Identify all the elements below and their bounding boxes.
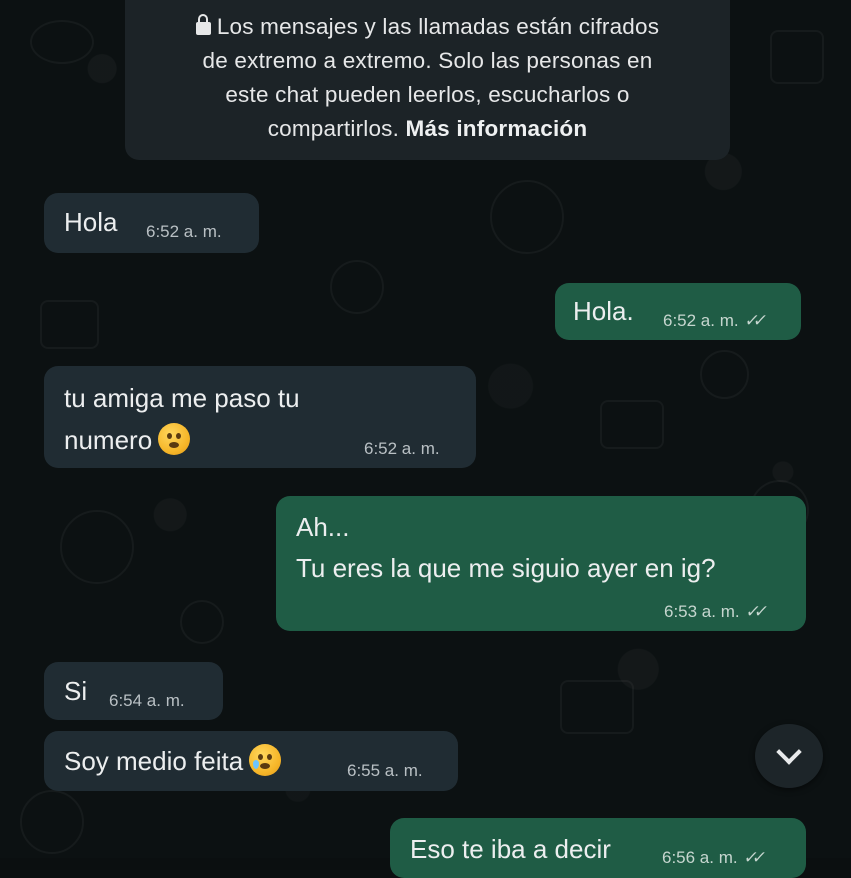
wallpaper-doodle <box>330 260 384 314</box>
message-text-line-2: numero <box>64 421 191 459</box>
double-check-icon: ✓✓ <box>742 848 762 867</box>
message-time: 6:52 a. m. <box>663 311 739 330</box>
encryption-notice[interactable]: Los mensajes y las llamadas están cifrad… <box>125 0 730 160</box>
message-time-with-status: 6:53 a. m. ✓✓ <box>664 602 764 622</box>
emoji-shushing-face <box>158 423 191 455</box>
message-time: 6:52 a. m. <box>364 439 440 458</box>
message-bubble-outgoing[interactable]: Eso te iba a decir 6:56 a. m. ✓✓ <box>390 818 806 878</box>
message-bubble-outgoing[interactable]: Hola. 6:52 a. m. ✓✓ <box>555 283 801 340</box>
message-time-with-status: 6:52 a. m. ✓✓ <box>663 311 763 331</box>
message-time: 6:52 a. m. <box>146 222 222 241</box>
message-time-with-status: 6:56 a. m. ✓✓ <box>662 848 762 868</box>
wallpaper-doodle <box>180 600 224 644</box>
double-check-icon: ✓✓ <box>743 311 763 330</box>
wallpaper-doodle <box>490 180 564 254</box>
wallpaper-doodle <box>600 400 664 449</box>
encryption-notice-line-1: Los mensajes y las llamadas están cifrad… <box>125 10 730 44</box>
scroll-to-bottom-button[interactable] <box>755 724 823 788</box>
encryption-notice-line-2: de extremo a extremo. Solo las personas … <box>202 48 653 73</box>
message-text-line-1: Ah... <box>296 512 350 542</box>
message-text: Hola <box>64 207 118 237</box>
message-time: 6:53 a. m. <box>664 602 740 621</box>
wallpaper-doodle <box>60 510 134 584</box>
message-time: 6:54 a. m. <box>109 691 185 710</box>
wallpaper-doodle <box>40 300 99 349</box>
message-text: Soy medio feita <box>64 746 244 776</box>
message-text: Hola. <box>573 296 634 326</box>
wallpaper-doodle <box>700 350 749 399</box>
encryption-notice-line-3: este chat pueden leerlos, escucharlos o <box>225 82 630 107</box>
emoji-crying-face <box>249 744 282 776</box>
more-info-link[interactable]: Más información <box>406 116 588 141</box>
encryption-notice-line-4: compartirlos. Más información <box>125 112 730 146</box>
message-bubble-incoming[interactable]: Soy medio feita 6:55 a. m. <box>44 731 458 791</box>
message-text-line-1: tu amiga me paso tu <box>64 383 300 413</box>
double-check-icon: ✓✓ <box>744 602 764 621</box>
lock-icon <box>195 14 211 35</box>
message-bubble-incoming[interactable]: tu amiga me paso tu numero 6:52 a. m. <box>44 366 476 468</box>
message-bubble-outgoing[interactable]: Ah... Tu eres la que me siguio ayer en i… <box>276 496 806 631</box>
message-text: Eso te iba a decir <box>410 834 611 864</box>
message-time: 6:55 a. m. <box>347 761 423 780</box>
message-bubble-incoming[interactable]: Hola 6:52 a. m. <box>44 193 259 253</box>
message-text: Si <box>64 676 88 706</box>
encryption-notice-text: Los mensajes y las llamadas están cifrad… <box>216 14 660 39</box>
message-text-line: Soy medio feita <box>64 742 282 780</box>
wallpaper-doodle <box>770 30 824 84</box>
encryption-notice-text: compartirlos. <box>267 116 406 141</box>
wallpaper-doodle <box>30 20 94 64</box>
message-text-line-2: Tu eres la que me siguio ayer en ig? <box>296 553 716 583</box>
message-bubble-incoming[interactable]: Si 6:54 a. m. <box>44 662 223 720</box>
message-text: numero <box>64 425 153 455</box>
wallpaper-doodle <box>20 790 84 854</box>
wallpaper-doodle <box>560 680 634 734</box>
chevron-down-icon <box>776 739 802 765</box>
